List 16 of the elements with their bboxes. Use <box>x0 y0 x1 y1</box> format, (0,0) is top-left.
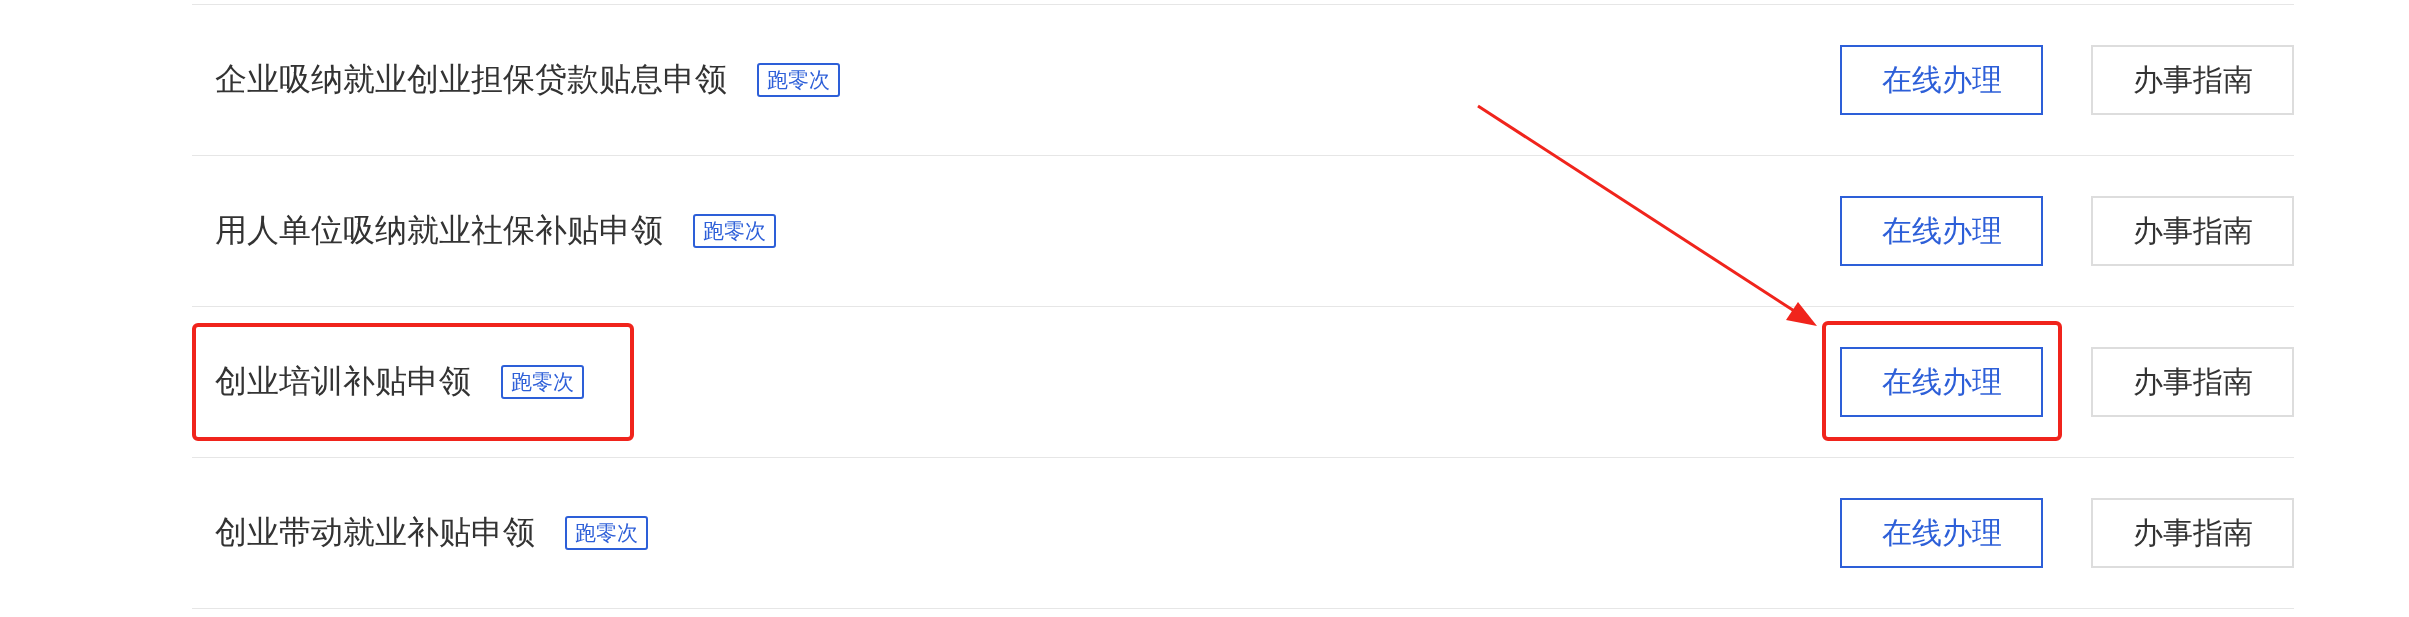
item-title: 用人单位吸纳就业社保补贴申领 <box>215 211 663 250</box>
guide-button[interactable]: 办事指南 <box>2091 347 2294 417</box>
status-tag: 跑零次 <box>693 214 776 248</box>
item-title: 创业带动就业补贴申领 <box>215 513 535 552</box>
online-apply-button[interactable]: 在线办理 <box>1840 196 2043 266</box>
status-tag: 跑零次 <box>565 516 648 550</box>
online-apply-button[interactable]: 在线办理 <box>1840 498 2043 568</box>
guide-button[interactable]: 办事指南 <box>2091 45 2294 115</box>
online-apply-button[interactable]: 在线办理 <box>1840 45 2043 115</box>
guide-button[interactable]: 办事指南 <box>2091 196 2294 266</box>
item-title: 创业培训补贴申领 <box>215 362 471 401</box>
item-title: 企业吸纳就业创业担保贷款贴息申领 <box>215 60 727 99</box>
status-tag: 跑零次 <box>757 63 840 97</box>
online-apply-button[interactable]: 在线办理 <box>1840 347 2043 417</box>
status-tag: 跑零次 <box>501 365 584 399</box>
guide-button[interactable]: 办事指南 <box>2091 498 2294 568</box>
